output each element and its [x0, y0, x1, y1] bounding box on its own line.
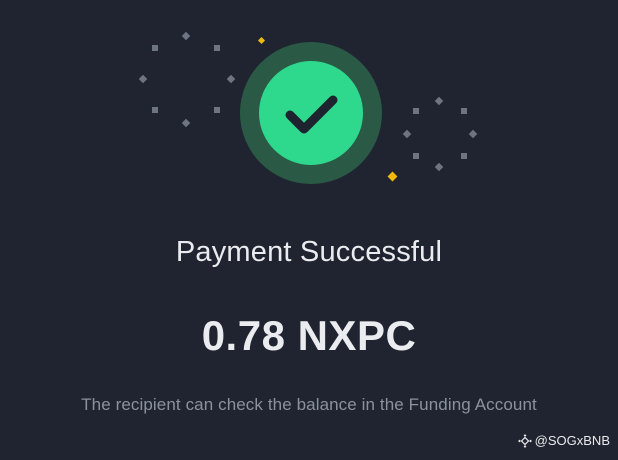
confetti-right [402, 96, 478, 172]
payment-success-screen: Payment Successful 0.78 NXPC The recipie… [0, 0, 618, 460]
payment-amount: 0.78 NXPC [201, 312, 417, 359]
watermark: @SOGxBNB [517, 433, 610, 448]
binance-logo-icon [517, 433, 532, 448]
confetti-left [138, 31, 236, 128]
info-message: The recipient can check the balance in t… [81, 395, 537, 414]
page-title: Payment Successful [175, 236, 443, 268]
check-circle-icon [240, 42, 382, 184]
success-illustration [138, 31, 478, 184]
watermark-handle: @SOGxBNB [534, 433, 610, 448]
